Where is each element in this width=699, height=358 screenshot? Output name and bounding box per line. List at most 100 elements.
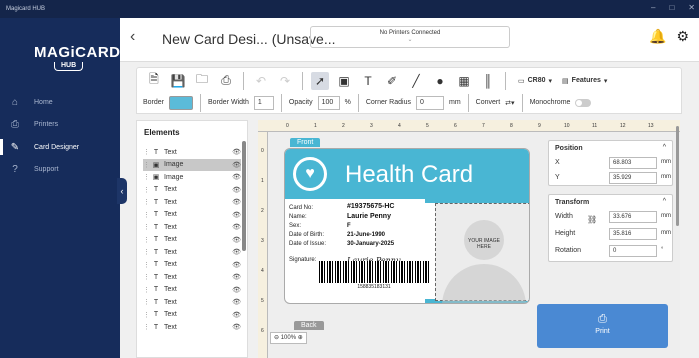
field-label[interactable]: Date of Birth: bbox=[289, 232, 324, 238]
elements-scrollbar[interactable] bbox=[242, 141, 246, 251]
minimize-button[interactable]: – bbox=[651, 3, 655, 12]
print-icon[interactable]: ⎙ bbox=[217, 72, 235, 90]
card-front[interactable]: ♥ Health Card Card No: #19375675-HC Name… bbox=[284, 148, 530, 304]
image-tool-icon[interactable]: ▣ bbox=[335, 72, 353, 90]
element-row[interactable]: ⋮ T Text 👁 bbox=[143, 284, 241, 296]
drag-handle-icon[interactable]: ⋮ bbox=[143, 173, 151, 181]
eye-icon[interactable]: 👁 bbox=[232, 323, 241, 331]
photo-placeholder[interactable]: YOUR IMAGE HERE bbox=[435, 203, 529, 303]
field-label[interactable]: Card No: bbox=[289, 205, 313, 211]
zoom-out-icon[interactable]: ⊖ bbox=[274, 335, 279, 341]
qr-code-icon[interactable]: ▦ bbox=[455, 72, 473, 90]
maximize-button[interactable]: □ bbox=[669, 3, 674, 12]
element-row[interactable]: ⋮ T Text 👁 bbox=[143, 309, 241, 321]
heart-pulse-icon[interactable]: ♥ bbox=[293, 157, 327, 191]
field-value[interactable]: #19375675-HC bbox=[347, 203, 394, 210]
field-value[interactable]: Laurie Penny bbox=[347, 213, 391, 220]
element-row[interactable]: ⋮ T Text 👁 bbox=[143, 246, 241, 258]
eye-icon[interactable]: 👁 bbox=[232, 286, 241, 294]
print-button[interactable]: ⎙ Print bbox=[537, 304, 668, 348]
redo-icon[interactable]: ↷ bbox=[276, 72, 294, 90]
element-row[interactable]: ⋮ T Text 👁 bbox=[143, 209, 241, 221]
line-tool-icon[interactable]: ╱ bbox=[407, 72, 425, 90]
eye-icon[interactable]: 👁 bbox=[232, 161, 241, 169]
drag-handle-icon[interactable]: ⋮ bbox=[143, 211, 151, 219]
field-label[interactable]: Date of Issue: bbox=[289, 241, 326, 247]
field-label[interactable]: Name: bbox=[289, 214, 307, 220]
eye-icon[interactable]: 👁 bbox=[232, 186, 241, 194]
zoom-in-icon[interactable]: ⊕ bbox=[298, 335, 303, 341]
features-dropdown[interactable]: ▤ Features ▾ bbox=[562, 77, 607, 85]
drag-handle-icon[interactable]: ⋮ bbox=[143, 273, 151, 281]
drag-handle-icon[interactable]: ⋮ bbox=[143, 236, 151, 244]
drag-handle-icon[interactable]: ⋮ bbox=[143, 248, 151, 256]
width-input[interactable]: 33.676 bbox=[609, 211, 657, 223]
drag-handle-icon[interactable]: ⋮ bbox=[143, 148, 151, 156]
height-input[interactable]: 35.816 bbox=[609, 228, 657, 240]
sidebar-item-printers[interactable]: ⎙ Printers bbox=[0, 114, 120, 134]
eye-icon[interactable]: 👁 bbox=[232, 273, 241, 281]
barcode-icon[interactable]: ║ bbox=[479, 72, 497, 90]
canvas-scrollbar[interactable] bbox=[676, 126, 679, 226]
card-title[interactable]: Health Card bbox=[345, 161, 473, 189]
element-row[interactable]: ⋮ T Text 👁 bbox=[143, 321, 241, 333]
undo-icon[interactable]: ↶ bbox=[252, 72, 270, 90]
field-value[interactable]: F bbox=[347, 223, 351, 229]
rotation-input[interactable]: 0 bbox=[609, 245, 657, 257]
chevron-up-icon[interactable]: ^ bbox=[663, 144, 666, 151]
element-row[interactable]: ⋮ T Text 👁 bbox=[143, 221, 241, 233]
barcode[interactable]: 158835183131 bbox=[319, 261, 429, 291]
element-row[interactable]: ⋮ T Text 👁 bbox=[143, 296, 241, 308]
front-side-tag[interactable]: Front bbox=[290, 138, 321, 147]
sidebar-item-support[interactable]: ? Support bbox=[0, 159, 120, 179]
drag-handle-icon[interactable]: ⋮ bbox=[143, 311, 151, 319]
eye-icon[interactable]: 👁 bbox=[232, 236, 241, 244]
eye-icon[interactable]: 👁 bbox=[232, 198, 241, 206]
close-button[interactable]: ✕ bbox=[688, 3, 695, 12]
printer-select[interactable]: No Printers Connected ⌄ bbox=[310, 26, 510, 48]
eye-icon[interactable]: 👁 bbox=[232, 261, 241, 269]
element-row[interactable]: ⋮ ▣ Image 👁 bbox=[143, 171, 241, 183]
element-row[interactable]: ⋮ T Text 👁 bbox=[143, 234, 241, 246]
save-icon[interactable]: 💾 bbox=[169, 72, 187, 90]
drag-handle-icon[interactable]: ⋮ bbox=[143, 161, 151, 169]
zoom-control[interactable]: ⊖ 100% ⊕ bbox=[270, 332, 307, 344]
field-label[interactable]: Sex: bbox=[289, 223, 301, 229]
opacity-input[interactable]: 100 bbox=[317, 95, 340, 110]
card-size-dropdown[interactable]: ▭ CR80 ▾ bbox=[518, 77, 552, 85]
shape-tool-icon[interactable]: ● bbox=[431, 72, 449, 90]
eye-icon[interactable]: 👁 bbox=[232, 248, 241, 256]
eye-icon[interactable]: 👁 bbox=[232, 173, 241, 181]
drag-handle-icon[interactable]: ⋮ bbox=[143, 186, 151, 194]
eye-icon[interactable]: 👁 bbox=[232, 298, 241, 306]
drag-handle-icon[interactable]: ⋮ bbox=[143, 223, 151, 231]
sidebar-item-home[interactable]: ⌂ Home bbox=[0, 92, 120, 112]
chevron-up-icon[interactable]: ^ bbox=[663, 198, 666, 205]
field-value[interactable]: 30-January-2025 bbox=[347, 241, 394, 247]
convert-icon[interactable]: ⇄▾ bbox=[505, 99, 514, 107]
eye-icon[interactable]: 👁 bbox=[232, 223, 241, 231]
drag-handle-icon[interactable]: ⋮ bbox=[143, 323, 151, 331]
element-row[interactable]: ⋮ T Text 👁 bbox=[143, 146, 241, 158]
back-side-tag[interactable]: Back bbox=[294, 321, 324, 330]
drag-handle-icon[interactable]: ⋮ bbox=[143, 286, 151, 294]
field-value[interactable]: 21-June-1990 bbox=[347, 232, 385, 238]
drag-handle-icon[interactable]: ⋮ bbox=[143, 298, 151, 306]
x-input[interactable]: 68.803 bbox=[609, 157, 657, 169]
element-row[interactable]: ⋮ T Text 👁 bbox=[143, 196, 241, 208]
pen-tool-icon[interactable]: ✐ bbox=[383, 72, 401, 90]
eye-icon[interactable]: 👁 bbox=[232, 148, 241, 156]
drag-handle-icon[interactable]: ⋮ bbox=[143, 261, 151, 269]
sidebar-item-card-designer[interactable]: ✎ Card Designer bbox=[0, 137, 120, 157]
element-row[interactable]: ⋮ T Text 👁 bbox=[143, 271, 241, 283]
monochrome-toggle[interactable] bbox=[575, 98, 592, 107]
y-input[interactable]: 35.929 bbox=[609, 172, 657, 184]
signature-label[interactable]: Signature: bbox=[289, 257, 316, 263]
border-width-input[interactable]: 1 bbox=[253, 95, 274, 110]
corner-radius-input[interactable]: 0 bbox=[415, 95, 444, 110]
eye-icon[interactable]: 👁 bbox=[232, 311, 241, 319]
eye-icon[interactable]: 👁 bbox=[232, 211, 241, 219]
text-tool-icon[interactable]: T bbox=[359, 72, 377, 90]
collapse-sidebar-button[interactable]: ‹ bbox=[117, 178, 127, 204]
pointer-icon[interactable]: ➚ bbox=[311, 71, 329, 90]
